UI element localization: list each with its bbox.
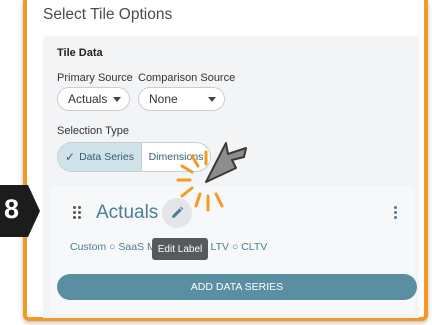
dialog-title: Select Tile Options <box>43 6 173 23</box>
segment-data-series-label: Data Series <box>79 151 134 163</box>
primary-source-label: Primary Source <box>57 72 133 84</box>
more-options-icon[interactable] <box>394 206 398 220</box>
comparison-source-value: None <box>149 92 178 106</box>
section-title: Tile Data <box>57 47 103 59</box>
primary-source-select[interactable]: Actuals <box>57 87 130 111</box>
step-badge: 8 <box>0 185 40 237</box>
selection-type-label: Selection Type <box>57 125 129 137</box>
comparison-source-label: Comparison Source <box>138 72 236 84</box>
chevron-down-icon <box>208 97 216 102</box>
cursor-click-icon <box>176 142 247 212</box>
add-data-series-button[interactable]: ADD DATA SERIES <box>57 274 417 300</box>
components-text-start: Custom ○ SaaS Me <box>70 241 162 253</box>
segment-data-series[interactable]: ✓ Data Series <box>58 143 141 171</box>
comparison-source-select[interactable]: None <box>138 87 225 111</box>
chevron-down-icon <box>113 97 121 102</box>
step-number: 8 <box>4 194 20 224</box>
series-name: Actuals <box>96 202 159 223</box>
components-text-end: LTV ○ CLTV <box>210 241 268 253</box>
check-icon: ✓ <box>65 150 76 164</box>
edit-label-tooltip: Edit Label <box>152 238 208 260</box>
primary-source-value: Actuals <box>68 92 108 106</box>
drag-handle-icon[interactable] <box>73 206 81 219</box>
